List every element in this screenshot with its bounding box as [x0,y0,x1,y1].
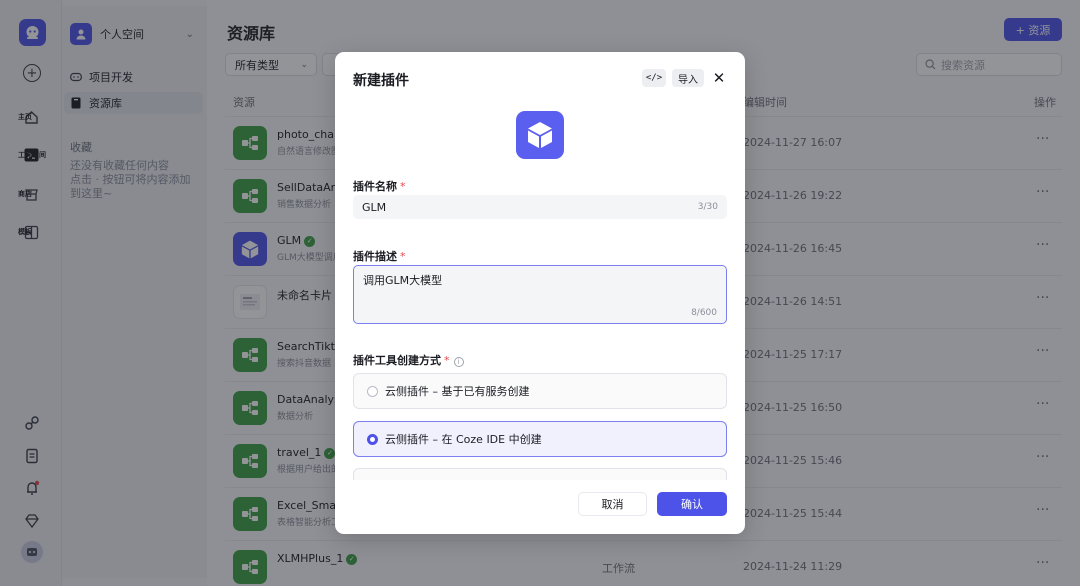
import-button[interactable]: 导入 [672,69,704,87]
info-icon[interactable]: i [453,357,464,367]
cancel-button[interactable]: 取消 [578,492,647,516]
plugin-name-count: 3/30 [697,202,718,212]
plugin-desc-textarea[interactable]: 调用GLM大模型 8/600 [353,265,727,324]
radio-unchecked[interactable] [367,385,378,397]
option-cloud-coze-ide[interactable]: 云侧插件 – 在 Coze IDE 中创建 [353,421,727,457]
plugin-name-label-text: 插件名称 [353,180,397,193]
option-cloud-existing-service[interactable]: 云侧插件 – 基于已有服务创建 [353,373,727,409]
creation-method-label-text: 插件工具创建方式 [353,354,441,367]
plugin-desc-count: 8/600 [691,308,717,318]
option-partially-visible[interactable] [353,468,727,480]
cube-icon [528,122,552,148]
new-plugin-dialog: 新建插件 </> 导入 ✕ 插件名称 * GLM 3/30 插件描述 * 调用GLM… [335,52,745,534]
option-label: 云侧插件 – 在 Coze IDE 中创建 [385,433,542,446]
code-button[interactable]: </> [642,69,666,87]
plugin-avatar[interactable] [516,111,564,159]
required-mark: * [400,250,406,263]
dialog-title: 新建插件 [353,73,409,89]
required-mark: * [444,354,450,367]
plugin-desc-label: 插件描述 * [353,248,406,264]
plugin-name-input[interactable]: GLM 3/30 [353,195,727,219]
creation-method-label: 插件工具创建方式 * i [353,352,464,368]
plugin-name-value: GLM [362,200,387,214]
required-mark: * [400,180,406,193]
radio-checked[interactable] [367,433,378,445]
option-label: 云侧插件 – 基于已有服务创建 [385,385,530,398]
close-icon[interactable]: ✕ [711,69,727,87]
confirm-button[interactable]: 确认 [657,492,727,516]
plugin-desc-label-text: 插件描述 [353,250,397,263]
plugin-name-label: 插件名称 * [353,178,406,194]
plugin-desc-value: 调用GLM大模型 [363,274,443,287]
